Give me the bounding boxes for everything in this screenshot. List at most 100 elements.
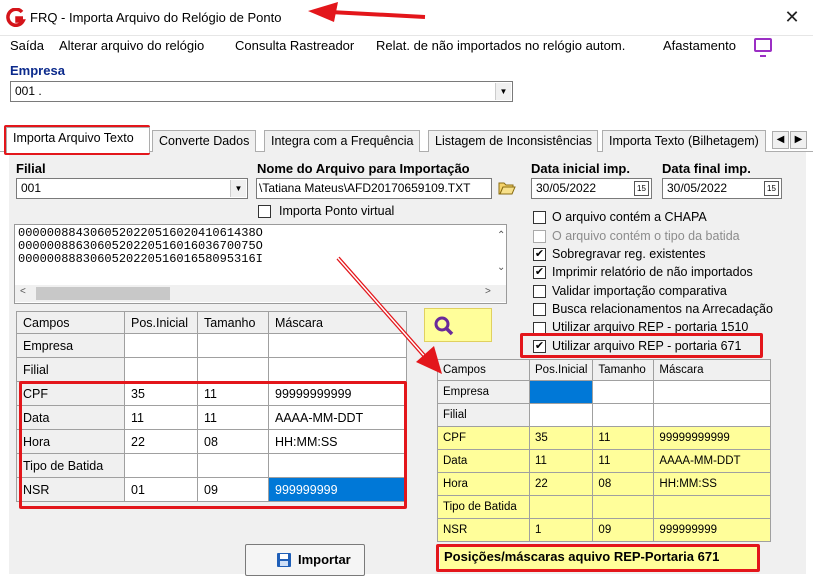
grid-cell[interactable]: 01 [124, 477, 198, 502]
grid-cell [653, 403, 772, 427]
chevron-down-icon[interactable]: ⌄ [497, 262, 505, 273]
grid-cell[interactable] [197, 357, 269, 382]
data-inicial-input[interactable]: 30/05/2022 15 [531, 178, 652, 199]
grid-cell-selected[interactable]: 999999999 [268, 477, 407, 502]
folder-open-icon[interactable] [498, 180, 516, 196]
grid-cell[interactable]: HH:MM:SS [268, 429, 407, 454]
option-label-sobregravar: Sobregravar reg. existentes [552, 247, 706, 261]
menu-item-alterar-arquivo[interactable]: Alterar arquivo do relógio [59, 38, 204, 53]
annotation-arrow-title [308, 2, 426, 22]
grid-cell: 22 [528, 472, 594, 496]
grid-cell [653, 380, 772, 404]
table-row: Filial [437, 403, 772, 427]
tab-listagem-inconsistencias[interactable]: Listagem de Inconsistências [428, 130, 598, 152]
calendar-icon[interactable]: 15 [764, 181, 779, 196]
app-logo-icon [6, 8, 26, 27]
empresa-select[interactable]: 001 . ▼ [10, 81, 513, 102]
tab-integra-frequencia[interactable]: Integra com a Frequência [264, 130, 420, 152]
grid-cell[interactable] [197, 333, 269, 358]
grid-cell [528, 403, 594, 427]
close-button[interactable]: ✕ [781, 6, 803, 28]
data-final-input[interactable]: 30/05/2022 15 [662, 178, 782, 199]
tab-importa-texto-bilhetagem[interactable]: Importa Texto (Bilhetagem) [602, 130, 766, 152]
menu-item-consulta-rastreador[interactable]: Consulta Rastreador [235, 38, 354, 53]
table-row: Tipo de Batida [16, 453, 407, 478]
grid-cell-selected [528, 380, 594, 404]
checkbox-sobregravar[interactable]: ✔ [533, 248, 546, 261]
grid-cell: Filial [437, 403, 530, 427]
menu-item-saida[interactable]: Saída [10, 38, 44, 53]
checkbox-rep-1510[interactable] [533, 322, 546, 335]
tab-converte-dados[interactable]: Converte Dados [152, 130, 256, 152]
tab-scroll-right-icon[interactable]: ▶ [790, 131, 807, 149]
grid-cell[interactable]: 11 [124, 405, 198, 430]
grid-header: Tamanho [592, 359, 655, 381]
grid-cell: AAAA-MM-DDT [653, 449, 772, 473]
checkbox-imprimir-relatorio[interactable]: ✔ [533, 266, 546, 279]
grid-cell: Tipo de Batida [16, 453, 125, 478]
grid-cell[interactable]: 99999999999 [268, 381, 407, 406]
grid-cell[interactable] [268, 453, 407, 478]
grid-cell: 09 [592, 518, 655, 542]
grid-cell: CPF [16, 381, 125, 406]
arquivo-input[interactable]: \Tatiana Mateus\AFD20170659109.TXT [256, 178, 492, 199]
grid-cell: Empresa [16, 333, 125, 358]
grid-cell [592, 380, 655, 404]
calendar-icon[interactable]: 15 [634, 181, 649, 196]
checkbox-validar[interactable] [533, 285, 546, 298]
empresa-value: 001 . [15, 84, 42, 98]
grid-cell: 35 [528, 426, 594, 450]
grid-cell: Hora [16, 429, 125, 454]
grid-cell[interactable]: 11 [197, 405, 269, 430]
save-icon [277, 553, 291, 567]
grid-cell: 999999999 [653, 518, 772, 542]
grid-header: Campos [437, 359, 530, 381]
grid-cell[interactable]: 11 [197, 381, 269, 406]
filial-select[interactable]: 001 ▼ [16, 178, 248, 199]
checkbox-busca-relacionamentos[interactable] [533, 303, 546, 316]
data-inicial-label: Data inicial imp. [531, 161, 630, 176]
grid-header: Pos.Inicial [528, 359, 594, 381]
checkbox-rep-671[interactable]: ✔ [533, 340, 546, 353]
option-label-validar: Validar importação comparativa [552, 284, 727, 298]
option-label-busca: Busca relacionamentos na Arrecadação [552, 302, 773, 316]
checkbox-chapa[interactable] [533, 211, 546, 224]
tab-scroll-left-icon[interactable]: ◀ [772, 131, 789, 149]
grid-header-row: Campos Pos.Inicial Tamanho Máscara [437, 359, 772, 381]
option-label-rep-1510: Utilizar arquivo REP - portaria 1510 [552, 320, 749, 334]
grid-cell[interactable]: 09 [197, 477, 269, 502]
grid-cell: NSR [16, 477, 125, 502]
chevron-down-icon[interactable]: ▼ [495, 83, 511, 100]
chevron-up-icon[interactable]: ⌃ [497, 230, 505, 241]
rep-671-positions-grid: Campos Pos.Inicial Tamanho Máscara Empre… [437, 359, 772, 542]
ponto-virtual-label: Importa Ponto virtual [279, 204, 395, 218]
chevron-down-icon[interactable]: ▼ [230, 180, 246, 197]
filial-label: Filial [16, 161, 46, 176]
chevron-right-icon[interactable]: > [485, 286, 491, 297]
chevron-left-icon[interactable]: < [20, 286, 26, 297]
grid-cell: CPF [437, 426, 530, 450]
menu-item-afastamento[interactable]: Afastamento [663, 38, 736, 53]
scrollbar-thumb[interactable] [36, 287, 170, 300]
monitor-icon[interactable] [754, 38, 772, 57]
grid-cell[interactable] [197, 453, 269, 478]
grid-cell: 08 [592, 472, 655, 496]
grid-cell: 11 [592, 426, 655, 450]
tab-importa-arquivo-texto[interactable]: Importa Arquivo Texto [6, 127, 150, 153]
grid-cell[interactable]: 22 [124, 429, 198, 454]
grid-cell: Hora [437, 472, 530, 496]
menu-item-relat-nao-importados[interactable]: Relat. de não importados no relógio auto… [376, 38, 625, 53]
grid-cell[interactable]: 08 [197, 429, 269, 454]
grid-header: Máscara [653, 359, 772, 381]
grid-cell[interactable] [124, 333, 198, 358]
importar-button[interactable]: Importar [245, 544, 365, 576]
grid-cell[interactable] [124, 453, 198, 478]
grid-cell: NSR [437, 518, 530, 542]
table-row: Empresa [437, 380, 772, 404]
grid-cell[interactable]: 35 [124, 381, 198, 406]
table-row: Tipo de Batida [437, 495, 772, 519]
ponto-virtual-checkbox[interactable] [258, 205, 271, 218]
grid-cell[interactable]: AAAA-MM-DDT [268, 405, 407, 430]
annotation-arrow-grid [336, 256, 442, 374]
grid-cell[interactable] [124, 357, 198, 382]
